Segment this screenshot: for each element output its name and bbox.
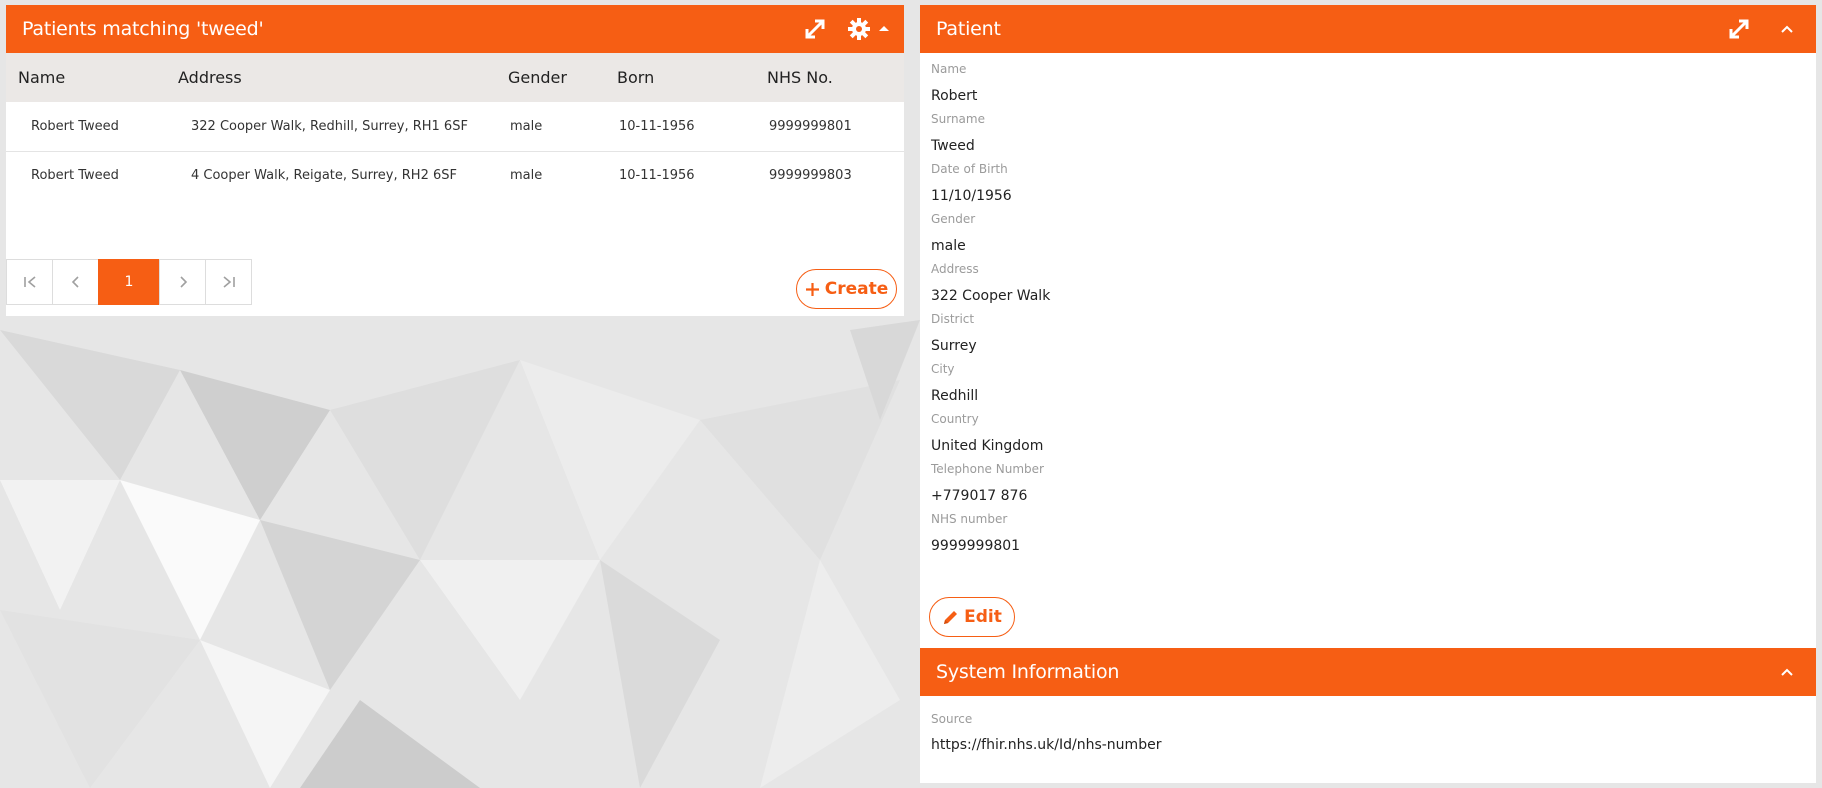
plus-icon [805,282,819,296]
column-header-born[interactable]: Born [605,53,755,102]
patients-table-wrapper: Name Address Gender Born NHS No. Robert … [6,53,904,200]
field-value-surname: Tweed [931,138,975,154]
field-value-nhs-number: 9999999801 [931,538,1021,554]
cell-gender: male [496,151,605,200]
patient-panel-title: Patient [936,18,1001,40]
pagination: 1 [6,259,252,305]
field-label-telephone: Telephone Number [931,462,1044,476]
expand-icon[interactable] [1728,18,1750,40]
field-value-district: Surrey [931,338,977,354]
cell-name: Robert Tweed [6,102,166,152]
table-header-row: Name Address Gender Born NHS No. [6,53,904,102]
page-number-button[interactable]: 1 [98,259,160,305]
field-label-nhs-number: NHS number [931,512,1008,526]
previous-page-button[interactable] [52,259,99,305]
cell-gender: male [496,102,605,152]
table-row[interactable]: Robert Tweed 322 Cooper Walk, Redhill, S… [6,102,904,152]
field-value-source: https://fhir.nhs.uk/Id/nhs-number [931,737,1162,753]
next-page-button[interactable] [159,259,206,305]
create-button-label: Create [824,279,889,299]
edit-button-label: Edit [964,607,1002,627]
table-row[interactable]: Robert Tweed 4 Cooper Walk, Reigate, Sur… [6,151,904,200]
patient-panel-header: Patient [920,5,1816,53]
field-label-gender: Gender [931,212,976,226]
cell-born: 10-11-1956 [605,151,755,200]
field-label-source: Source [931,712,973,726]
field-label-name: Name [931,62,967,76]
pencil-icon [944,610,958,624]
collapse-chevron-up-icon[interactable] [1780,24,1794,34]
field-label-district: District [931,312,975,326]
expand-icon[interactable] [804,18,826,40]
last-page-button[interactable] [205,259,252,305]
patients-panel-title: Patients matching 'tweed' [22,18,264,40]
cell-nhs-no: 9999999803 [755,151,904,200]
chevron-left-icon [71,276,79,288]
field-label-country: Country [931,412,979,426]
cell-address: 4 Cooper Walk, Reigate, Surrey, RH2 6SF [166,151,496,200]
patient-detail-panel: Patient Name Robert Surname Tweed Date o… [920,5,1816,648]
system-information-panel: System Information Source https://fhir.n… [920,648,1816,783]
field-value-address: 322 Cooper Walk [931,288,1051,304]
field-value-gender: male [931,238,966,254]
field-value-city: Redhill [931,388,979,404]
collapse-chevron-up-icon[interactable] [1780,667,1794,677]
field-label-address: Address [931,262,979,276]
system-panel-header: System Information [920,648,1816,696]
first-page-button[interactable] [6,259,53,305]
patient-fields: Name Robert Surname Tweed Date of Birth … [920,53,1816,561]
field-value-name: Robert [931,88,978,104]
field-label-city: City [931,362,955,376]
chevron-right-icon [179,276,187,288]
patients-panel-header: Patients matching 'tweed' [6,5,904,53]
first-page-icon [23,276,36,288]
system-fields: Source https://fhir.nhs.uk/Id/nhs-number [920,696,1816,761]
settings-gear-icon[interactable] [848,18,890,40]
column-header-address[interactable]: Address [166,53,496,102]
column-header-name[interactable]: Name [6,53,166,102]
column-header-nhs-no[interactable]: NHS No. [755,53,904,102]
cell-address: 322 Cooper Walk, Redhill, Surrey, RH1 6S… [166,102,496,152]
patients-table: Name Address Gender Born NHS No. Robert … [6,53,904,200]
last-page-icon [222,276,235,288]
cell-nhs-no: 9999999801 [755,102,904,152]
field-value-dob: 11/10/1956 [931,188,1012,204]
cell-born: 10-11-1956 [605,102,755,152]
field-value-telephone: +779017 876 [931,488,1028,504]
field-label-surname: Surname [931,112,985,126]
patients-list-panel: Patients matching 'tweed' Name Address G… [6,5,904,316]
field-label-dob: Date of Birth [931,162,1008,176]
cell-name: Robert Tweed [6,151,166,200]
system-panel-title: System Information [936,661,1120,683]
edit-button[interactable]: Edit [929,597,1015,637]
create-button[interactable]: Create [796,269,897,309]
field-value-country: United Kingdom [931,438,1044,454]
column-header-gender[interactable]: Gender [496,53,605,102]
